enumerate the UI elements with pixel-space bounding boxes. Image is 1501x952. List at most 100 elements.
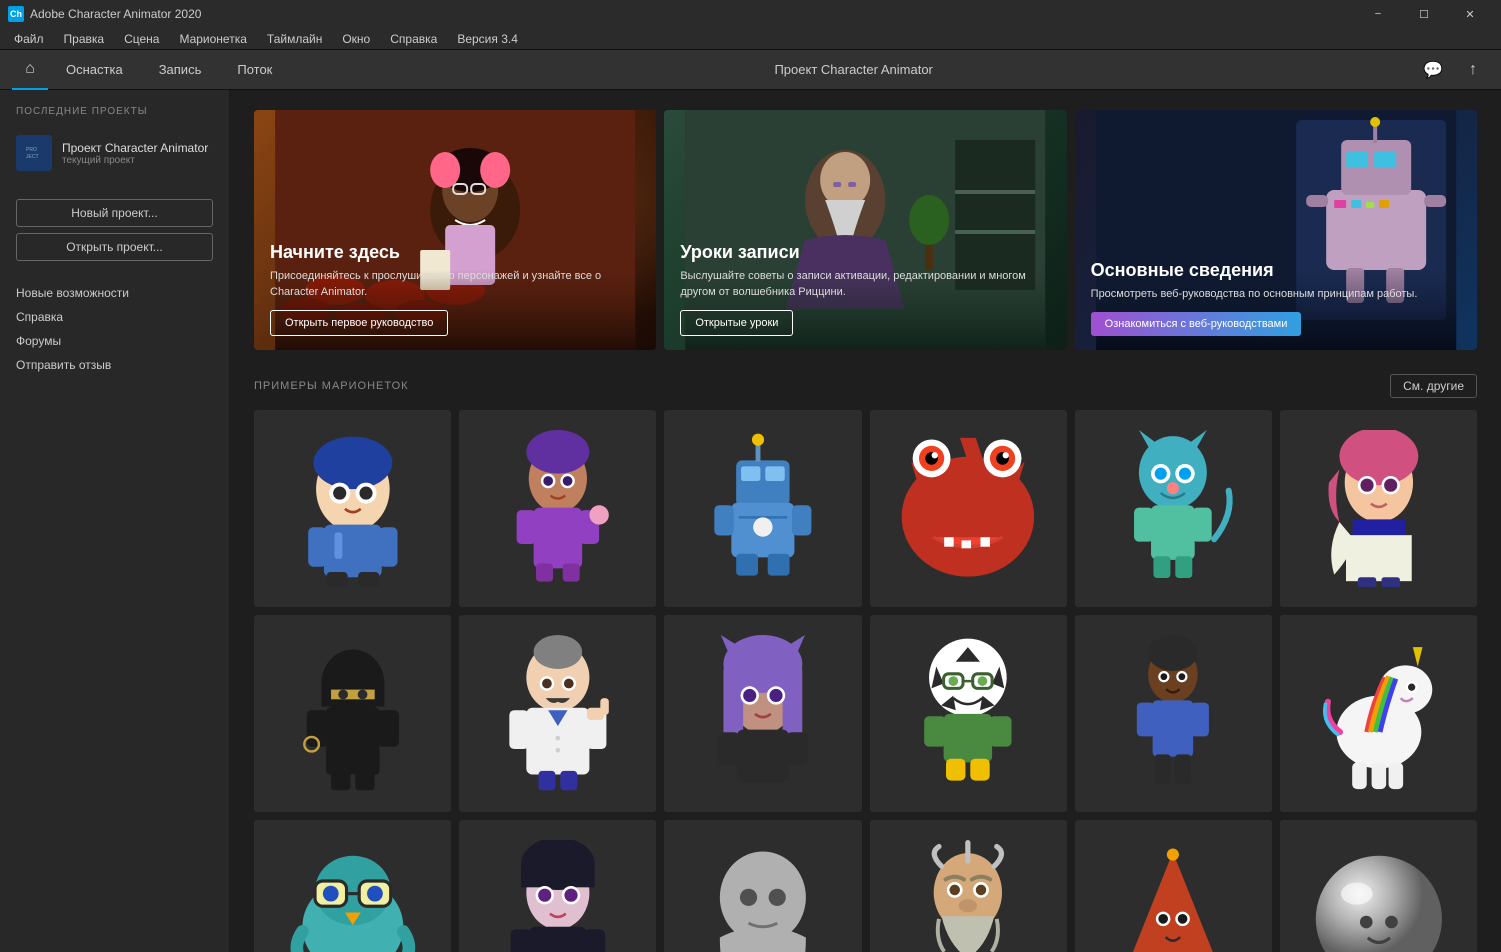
- puppet-card-7[interactable]: [254, 615, 451, 812]
- puppet-card-16[interactable]: [870, 820, 1067, 952]
- puppet-card-1[interactable]: [254, 410, 451, 607]
- main-layout: ПОСЛЕДНИЕ ПРОЕКТЫ PRO JECT Проект Charac…: [0, 90, 1501, 952]
- sidebar-link-new-features[interactable]: Новые возможности: [0, 281, 229, 305]
- puppet-char-12: [1300, 635, 1458, 793]
- menu-help[interactable]: Справка: [380, 30, 447, 48]
- puppet-card-18[interactable]: SECRET-SOFT: [1280, 820, 1477, 952]
- export-icon-btn[interactable]: ↑: [1457, 54, 1489, 86]
- sidebar-link-forums[interactable]: Форумы: [0, 329, 229, 353]
- puppet-card-12[interactable]: [1280, 615, 1477, 812]
- hero-card-basics[interactable]: Основные сведения Просмотреть веб-руково…: [1075, 110, 1477, 350]
- hero-card-2-content: Уроки записи Выслушайте советы о записи …: [664, 228, 1066, 350]
- puppet-char-9: [684, 635, 842, 793]
- hero-btn-3[interactable]: Ознакомиться с веб-руководствами: [1091, 312, 1302, 336]
- puppet-card-9[interactable]: [664, 615, 861, 812]
- sidebar-link-feedback[interactable]: Отправить отзыв: [0, 353, 229, 377]
- tab-osnastka[interactable]: Оснастка: [48, 50, 141, 90]
- puppet-char-6: [1300, 430, 1458, 588]
- puppet-char-13: [274, 840, 432, 952]
- menu-timeline[interactable]: Таймлайн: [257, 30, 332, 48]
- project-info: Проект Character Animator текущий проект: [62, 141, 208, 166]
- toolbar-right: 💬 ↑: [1417, 54, 1489, 86]
- new-project-button[interactable]: Новый проект...: [16, 199, 213, 227]
- puppet-char-2: [479, 430, 637, 588]
- puppet-char-3: [684, 430, 842, 588]
- home-icon: ⌂: [25, 60, 35, 78]
- puppet-char-14: [479, 840, 637, 952]
- menu-bar: Файл Правка Сцена Марионетка Таймлайн Ок…: [0, 28, 1501, 50]
- recent-project-item[interactable]: PRO JECT Проект Character Animator текущ…: [0, 127, 229, 179]
- home-button[interactable]: ⌂: [12, 50, 48, 90]
- hero-title-3: Основные сведения: [1091, 260, 1461, 281]
- puppet-grid-row2: [254, 615, 1477, 812]
- puppet-char-4: [889, 430, 1047, 588]
- app-icon: Ch: [8, 6, 24, 22]
- puppet-char-16: [889, 840, 1047, 952]
- menu-scene[interactable]: Сцена: [114, 30, 169, 48]
- puppet-char-5: [1094, 430, 1252, 588]
- hero-card-lessons[interactable]: Уроки записи Выслушайте советы о записи …: [664, 110, 1066, 350]
- puppet-grid-row3: SECRET-SOFT: [254, 820, 1477, 952]
- sidebar: ПОСЛЕДНИЕ ПРОЕКТЫ PRO JECT Проект Charac…: [0, 90, 230, 952]
- puppet-card-13[interactable]: [254, 820, 451, 952]
- hero-desc-3: Просмотреть веб-руководства по основным …: [1091, 287, 1461, 302]
- menu-edit[interactable]: Правка: [54, 30, 115, 48]
- puppet-char-18: [1300, 840, 1458, 952]
- puppet-char-11: [1094, 635, 1252, 793]
- hero-card-start[interactable]: Начните здесь Присоединяйтесь к прослуши…: [254, 110, 656, 350]
- svg-text:PRO: PRO: [26, 147, 37, 153]
- puppet-char-7: [274, 635, 432, 793]
- puppet-char-8: [479, 635, 637, 793]
- app-title: Adobe Character Animator 2020: [30, 7, 1355, 21]
- export-icon: ↑: [1469, 61, 1477, 79]
- tab-potok[interactable]: Поток: [219, 50, 290, 90]
- tab-zapis[interactable]: Запись: [141, 50, 220, 90]
- minimize-button[interactable]: −: [1355, 0, 1401, 28]
- svg-text:JECT: JECT: [26, 154, 39, 160]
- project-icon: PRO JECT: [16, 135, 52, 171]
- chat-icon: 💬: [1423, 60, 1443, 80]
- menu-window[interactable]: Окно: [332, 30, 380, 48]
- puppet-card-14[interactable]: [459, 820, 656, 952]
- puppet-card-15[interactable]: [664, 820, 861, 952]
- menu-version[interactable]: Версия 3.4: [447, 30, 528, 48]
- puppet-card-8[interactable]: [459, 615, 656, 812]
- content-area: Начните здесь Присоединяйтесь к прослуши…: [230, 90, 1501, 952]
- menu-file[interactable]: Файл: [4, 30, 54, 48]
- project-sub: текущий проект: [62, 155, 208, 166]
- puppet-grid-row1: [254, 410, 1477, 607]
- window-controls: − ☐ ✕: [1355, 0, 1493, 28]
- hero-card-3-content: Основные сведения Просмотреть веб-руково…: [1075, 246, 1477, 350]
- sidebar-link-help[interactable]: Справка: [0, 305, 229, 329]
- puppet-char-15: [684, 840, 842, 952]
- puppet-card-2[interactable]: [459, 410, 656, 607]
- puppet-card-17[interactable]: [1075, 820, 1272, 952]
- hero-desc-1: Присоединяйтесь к прослушиванию персонаж…: [270, 269, 640, 300]
- hero-title-1: Начните здесь: [270, 242, 640, 263]
- recent-projects-title: ПОСЛЕДНИЕ ПРОЕКТЫ: [0, 106, 229, 127]
- puppet-card-3[interactable]: [664, 410, 861, 607]
- hero-btn-2[interactable]: Открытые уроки: [680, 310, 793, 336]
- chat-icon-btn[interactable]: 💬: [1417, 54, 1449, 86]
- puppet-card-4[interactable]: [870, 410, 1067, 607]
- puppets-section-header: ПРИМЕРЫ МАРИОНЕТОК См. другие: [254, 374, 1477, 398]
- puppet-char-17: [1094, 840, 1252, 952]
- hero-title-2: Уроки записи: [680, 242, 1050, 263]
- hero-desc-2: Выслушайте советы о записи активации, ре…: [680, 269, 1050, 300]
- puppet-card-5[interactable]: [1075, 410, 1272, 607]
- maximize-button[interactable]: ☐: [1401, 0, 1447, 28]
- menu-puppet[interactable]: Марионетка: [169, 30, 256, 48]
- hero-row: Начните здесь Присоединяйтесь к прослуши…: [254, 110, 1477, 350]
- puppet-char-10: [889, 635, 1047, 793]
- puppet-card-11[interactable]: [1075, 615, 1272, 812]
- project-name: Проект Character Animator: [62, 141, 208, 155]
- toolbar: ⌂ Оснастка Запись Поток Проект Character…: [0, 50, 1501, 90]
- close-button[interactable]: ✕: [1447, 0, 1493, 28]
- puppet-char-1: [274, 430, 432, 588]
- project-title: Проект Character Animator: [290, 62, 1417, 77]
- see-more-button[interactable]: См. другие: [1390, 374, 1477, 398]
- puppet-card-10[interactable]: [870, 615, 1067, 812]
- open-project-button[interactable]: Открыть проект...: [16, 233, 213, 261]
- hero-btn-1[interactable]: Открыть первое руководство: [270, 310, 448, 336]
- puppet-card-6[interactable]: [1280, 410, 1477, 607]
